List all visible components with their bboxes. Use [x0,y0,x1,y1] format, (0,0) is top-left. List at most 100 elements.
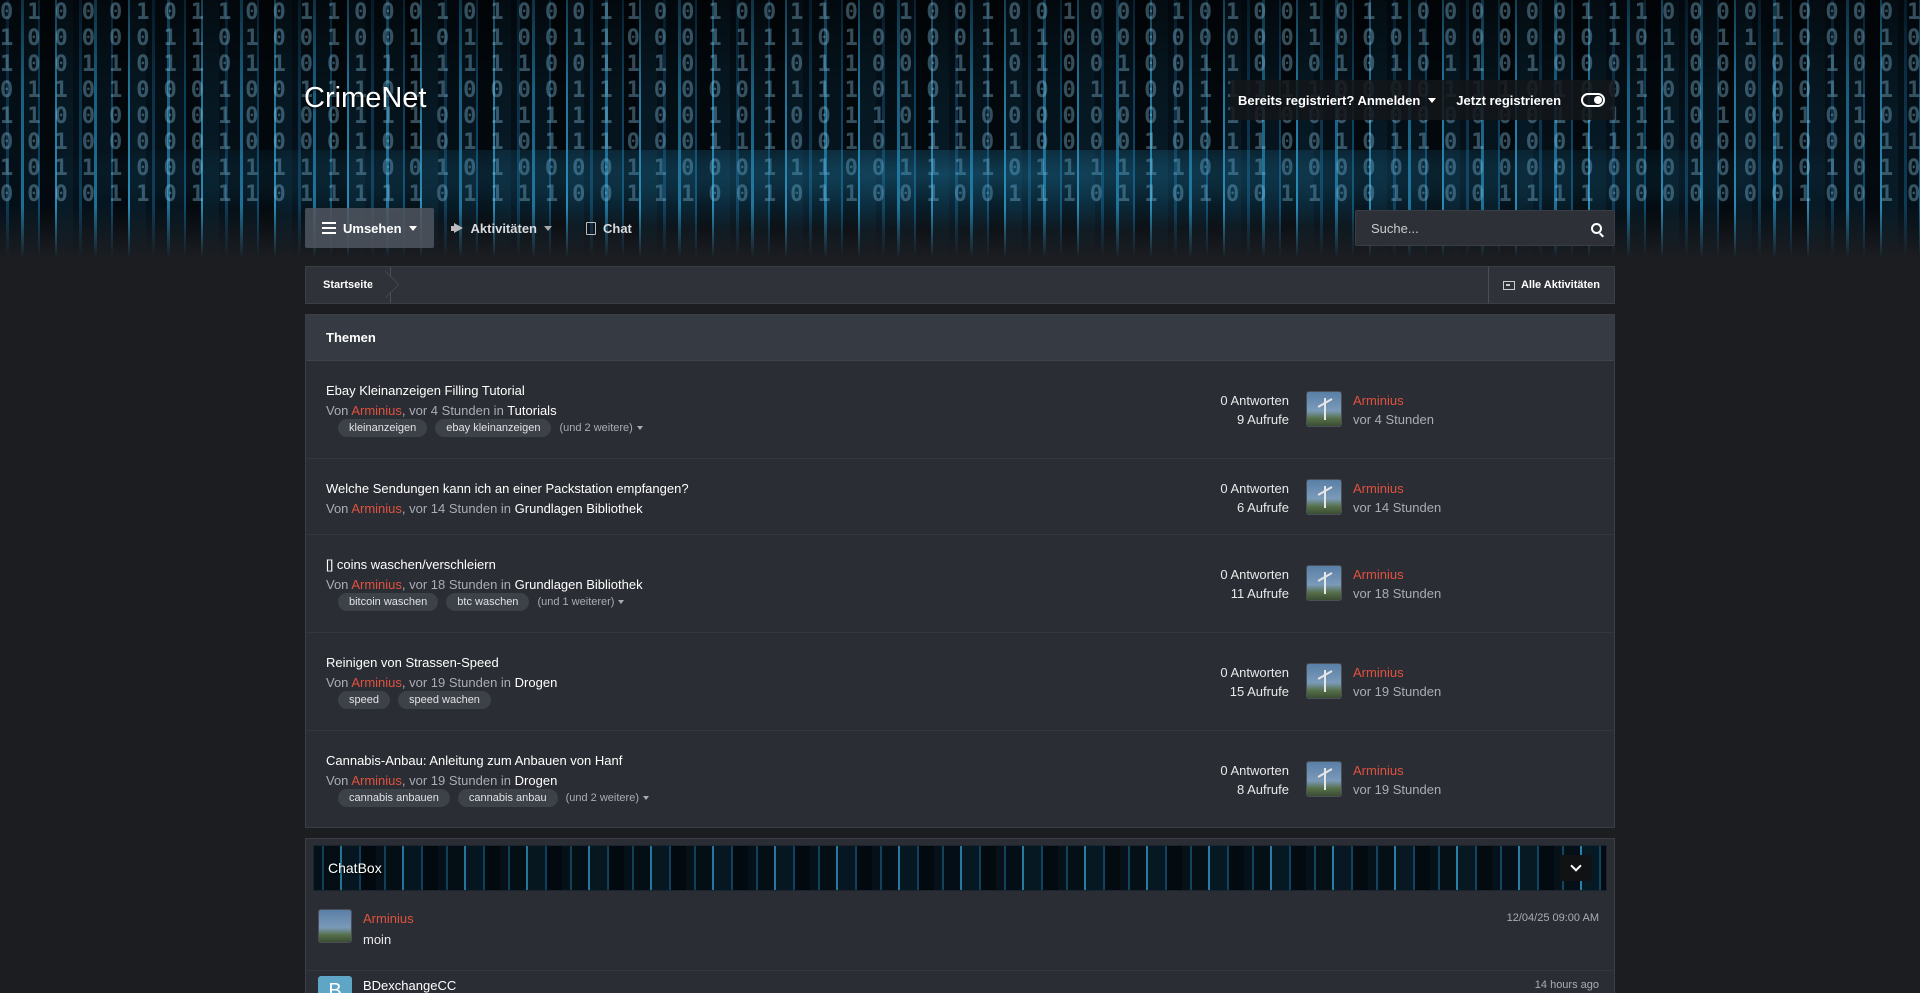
last-poster-name[interactable]: Arminius [1353,663,1441,682]
nav-item-chat[interactable]: Chat [569,208,649,248]
all-activity-label: Alle Aktivitäten [1520,279,1600,291]
nav-item-label: Chat [603,220,632,236]
topic-meta: Von Arminius, vor 4 Stunden in Tutorials [326,403,557,418]
avatar[interactable] [1306,391,1342,427]
chevron-down-icon [408,225,417,231]
topic-title[interactable]: [] coins waschen/verschleiern [326,557,496,572]
nav-item-aktivitaeten[interactable]: Aktivitäten [434,208,569,248]
newspaper-icon [1502,280,1515,290]
last-poster-name[interactable]: Arminius [1353,391,1434,410]
tag[interactable]: bitcoin waschen [338,593,439,611]
last-poster-name[interactable]: Arminius [1353,479,1441,498]
topic-meta: Von Arminius, vor 14 Stunden in Grundlag… [326,501,643,516]
avatar[interactable]: B [318,976,352,993]
topic-title[interactable]: Cannabis-Anbau: Anleitung zum Anbauen vo… [326,753,622,768]
last-poster: Arminius vor 14 Stunden [1353,479,1441,517]
more-tags[interactable]: (und 2 weitere) [559,422,643,434]
topic-category[interactable]: Drogen [515,675,558,690]
user-bar: Bereits registriert? Anmelden Jetzt regi… [1230,80,1615,120]
topic-author[interactable]: Arminius [351,675,402,690]
megaphone-icon [450,223,464,233]
search-box [1355,210,1615,246]
chatbox: ChatBox Arminius moin 12/04/25 09:00 AM … [305,838,1615,993]
meta-time: , vor 19 Stunden in [401,773,512,788]
meta-time: , vor 4 Stunden in [401,403,504,418]
breadcrumb-home[interactable]: Startseite [306,267,392,303]
more-tags[interactable]: (und 2 weitere) [566,792,649,804]
last-poster: Arminius vor 18 Stunden [1353,565,1441,603]
topic-author[interactable]: Arminius [351,773,402,788]
replies-count: 0 Antworten [1220,567,1289,582]
last-poster-name[interactable]: Arminius [1353,761,1441,780]
tag[interactable]: kleinanzeigen [338,419,428,437]
topic-stats: 0 Antworten 8 Aufrufe [1220,761,1289,799]
search-icon[interactable] [1591,222,1602,234]
topic-stats: 0 Antworten 15 Aufrufe [1220,663,1289,701]
avatar[interactable] [318,909,352,943]
topic-title[interactable]: Ebay Kleinanzeigen Filling Tutorial [326,383,525,398]
tag[interactable]: cannabis anbauen [338,789,450,807]
chat-text: moin [363,932,392,947]
topic-row: Cannabis-Anbau: Anleitung zum Anbauen vo… [306,731,1614,827]
topic-meta: Von Arminius, vor 19 Stunden in Drogen [326,773,557,788]
chat-message: B BDexchangeCC 14 hours ago [306,976,1614,993]
more-tags[interactable]: (und 1 weiterer) [537,596,625,608]
avatar[interactable] [1306,761,1342,797]
search-input[interactable] [1371,220,1591,236]
topic-row: Welche Sendungen kann ich an einer Packs… [306,459,1614,535]
last-post-time: vor 14 Stunden [1353,500,1442,515]
avatar[interactable] [1306,663,1342,699]
topic-row: [] coins waschen/verschleiern Von Armini… [306,535,1614,633]
meta-by: Von [326,501,349,516]
tag[interactable]: ebay kleinanzeigen [435,419,552,437]
topic-tags: cannabis anbauen cannabis anbau (und 2 w… [338,789,649,807]
avatar[interactable] [1306,565,1342,601]
chevron-down-icon [618,600,625,604]
tag[interactable]: btc waschen [446,593,530,611]
all-activity-link[interactable]: Alle Aktivitäten [1487,267,1614,303]
last-poster-name[interactable]: Arminius [1353,565,1441,584]
last-post-time: vor 18 Stunden [1353,586,1442,601]
more-tags-label: (und 1 weiterer) [537,596,615,608]
topic-author[interactable]: Arminius [351,403,402,418]
topic-author[interactable]: Arminius [351,501,402,516]
chatbox-collapse-button[interactable] [1560,855,1592,881]
list-icon [322,222,336,234]
replies-count: 0 Antworten [1220,665,1289,680]
chevron-down-icon [544,225,552,231]
topic-stats: 0 Antworten 6 Aufrufe [1220,479,1289,517]
theme-toggle[interactable] [1581,93,1605,107]
chatbox-title: ChatBox [328,860,382,876]
site-logo[interactable]: CrimeNet [304,82,426,115]
topic-title[interactable]: Reinigen von Strassen-Speed [326,655,499,670]
meta-time: , vor 18 Stunden in [401,577,512,592]
tag[interactable]: speed [338,691,390,709]
replies-count: 0 Antworten [1220,763,1289,778]
tag[interactable]: speed wachen [397,691,491,709]
login-link[interactable]: Bereits registriert? Anmelden [1238,93,1437,108]
meta-by: Von [326,577,349,592]
last-poster: Arminius vor 4 Stunden [1353,391,1434,429]
chat-username[interactable]: BDexchangeCC [363,978,456,993]
topic-category[interactable]: Grundlagen Bibliothek [515,501,643,516]
topic-category[interactable]: Tutorials [507,403,556,418]
nav-item-label: Umsehen [343,220,402,236]
tag[interactable]: cannabis anbau [457,789,558,807]
topic-author[interactable]: Arminius [351,577,402,592]
topic-row: Ebay Kleinanzeigen Filling Tutorial Von … [306,361,1614,459]
views-count: 9 Aufrufe [1236,412,1289,427]
chat-username[interactable]: Arminius [363,911,414,926]
meta-by: Von [326,773,349,788]
topic-category[interactable]: Grundlagen Bibliothek [515,577,643,592]
chat-message: Arminius moin 12/04/25 09:00 AM [306,909,1614,971]
topic-meta: Von Arminius, vor 18 Stunden in Grundlag… [326,577,643,592]
topic-row: Reinigen von Strassen-Speed Von Arminius… [306,633,1614,731]
topic-category[interactable]: Drogen [515,773,558,788]
avatar[interactable] [1306,479,1342,515]
nav-item-umsehen[interactable]: Umsehen [305,208,434,248]
topic-title[interactable]: Welche Sendungen kann ich an einer Packs… [326,481,689,496]
register-link[interactable]: Jetzt registrieren [1456,93,1561,108]
topic-tags: kleinanzeigen ebay kleinanzeigen (und 2 … [338,419,643,437]
topics-panel: Themen Ebay Kleinanzeigen Filling Tutori… [305,314,1615,828]
chatbox-header: ChatBox [313,845,1607,891]
